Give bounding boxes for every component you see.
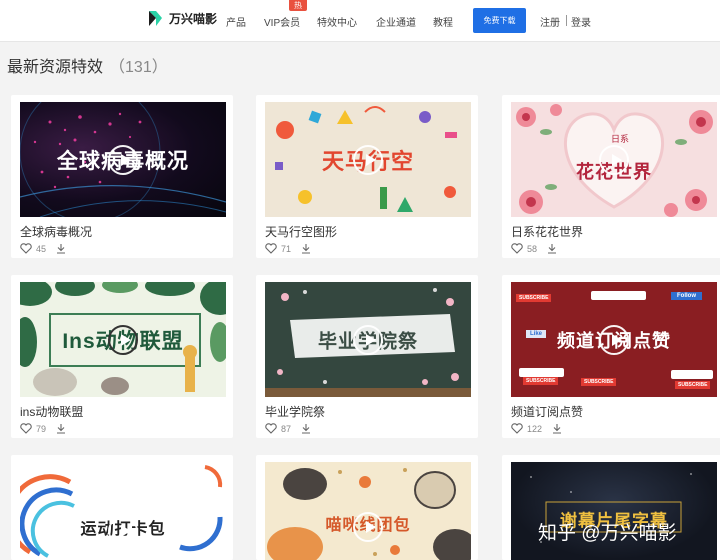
card-title[interactable]: 天马行空图形 — [265, 223, 337, 240]
card-stats: 79 — [20, 423, 66, 434]
like-count: 71 — [281, 243, 292, 254]
logo-text: 万兴喵影 — [169, 12, 218, 26]
heart-icon[interactable] — [511, 243, 523, 254]
play-icon[interactable] — [599, 144, 629, 175]
heart-icon[interactable] — [20, 243, 32, 254]
zhihu-watermark: 知乎 @万兴喵影 — [538, 523, 677, 544]
channel-bar — [519, 368, 564, 377]
nav-enterprise[interactable]: 企业通道 — [376, 14, 416, 29]
register-link[interactable]: 注册 — [540, 14, 560, 29]
follow-chip: Follow — [671, 292, 702, 300]
play-icon[interactable] — [353, 511, 383, 542]
download-icon[interactable] — [56, 423, 66, 434]
free-download-button[interactable]: 免费下载 — [473, 8, 526, 33]
heart-icon[interactable] — [511, 423, 523, 434]
subscribe-chip: SUBSCRIBE — [581, 378, 617, 386]
effect-card[interactable]: SUBSCRIBE Follow Like SUBSCRIBE SUBSCRIB… — [502, 275, 720, 438]
card-stats: 87 — [265, 423, 311, 434]
card-stats: 71 — [265, 243, 311, 254]
subscribe-chip: SUBSCRIBE — [516, 294, 552, 302]
effect-card[interactable]: 毕业学院祭 毕业学院祭 87 — [256, 275, 478, 438]
effect-card[interactable]: 天马行空 天马行空图形 71 — [256, 95, 478, 258]
card-title[interactable]: ins动物联盟 — [20, 403, 83, 420]
effect-card[interactable]: 喵咪线团包 — [256, 455, 478, 560]
top-navigation-bar: 万兴喵影 产品 VIP会员 热 特效中心 企业通道 教程 免费下载 注册 登录 — [0, 0, 720, 42]
effect-card[interactable]: 运动打卡包 — [11, 455, 233, 560]
effect-thumbnail[interactable]: 日系 花花世界 — [511, 102, 717, 217]
card-title[interactable]: 全球病毒概况 — [20, 223, 92, 240]
thumbnail-subtitle: 日系 — [611, 134, 630, 144]
play-icon[interactable] — [599, 324, 629, 355]
like-count: 45 — [36, 243, 47, 254]
channel-bar — [671, 370, 713, 379]
effect-thumbnail[interactable]: 全球病毒概况 — [20, 102, 226, 217]
download-icon[interactable] — [552, 423, 562, 434]
logo-mark-icon — [149, 11, 162, 26]
effect-card[interactable]: 日系 花花世界 日系花花世界 58 — [502, 95, 720, 258]
effect-card[interactable]: 全球病毒概况 全球病毒概况 45 — [11, 95, 233, 258]
brand-logo[interactable]: 万兴喵影 — [147, 10, 217, 27]
heart-icon[interactable] — [265, 243, 277, 254]
nav-tutorials[interactable]: 教程 — [433, 14, 453, 29]
section-title-text: 最新资源特效 — [7, 59, 104, 76]
download-icon[interactable] — [301, 423, 311, 434]
like-count: 87 — [281, 423, 292, 434]
section-title: 最新资源特效 （131） — [7, 53, 168, 77]
play-icon[interactable] — [108, 324, 138, 355]
heart-icon[interactable] — [265, 423, 277, 434]
play-icon[interactable] — [353, 324, 383, 355]
subscribe-chip: SUBSCRIBE — [523, 377, 559, 385]
login-link[interactable]: 登录 — [571, 14, 591, 29]
channel-bar — [591, 291, 646, 300]
effect-thumbnail[interactable]: 天马行空 — [265, 102, 471, 217]
effect-thumbnail[interactable]: 运动打卡包 — [20, 462, 226, 560]
effect-thumbnail[interactable]: 毕业学院祭 — [265, 282, 471, 397]
card-stats: 122 — [511, 423, 562, 434]
hot-badge: 热 — [289, 0, 307, 11]
card-title[interactable]: 毕业学院祭 — [265, 403, 325, 420]
nav-vip[interactable]: VIP会员 — [264, 14, 300, 29]
nav-products[interactable]: 产品 — [226, 14, 246, 29]
card-stats: 58 — [511, 243, 557, 254]
effect-thumbnail[interactable]: SUBSCRIBE Follow Like SUBSCRIBE SUBSCRIB… — [511, 282, 717, 397]
effect-card[interactable]: Ins动物联盟 ins动物联盟 79 — [11, 275, 233, 438]
play-icon[interactable] — [353, 144, 383, 175]
section-count: （131） — [109, 59, 168, 76]
effect-thumbnail[interactable]: Ins动物联盟 — [20, 282, 226, 397]
subscribe-chip: SUBSCRIBE — [675, 381, 711, 389]
card-stats: 45 — [20, 243, 66, 254]
like-count: 79 — [36, 423, 47, 434]
like-count: 58 — [527, 243, 538, 254]
effect-thumbnail[interactable]: 喵咪线团包 — [265, 462, 471, 560]
effect-thumbnail[interactable]: 谢幕片尾字幕 — [511, 462, 717, 560]
play-icon[interactable] — [108, 144, 138, 175]
download-icon[interactable] — [547, 243, 557, 254]
download-icon[interactable] — [56, 243, 66, 254]
auth-divider — [566, 15, 567, 26]
card-title[interactable]: 频道订阅点赞 — [511, 403, 583, 420]
play-icon[interactable] — [108, 515, 138, 546]
download-icon[interactable] — [301, 243, 311, 254]
nav-effects-center[interactable]: 特效中心 — [317, 14, 357, 29]
like-count: 122 — [527, 423, 543, 434]
card-title[interactable]: 日系花花世界 — [511, 223, 583, 240]
heart-icon[interactable] — [20, 423, 32, 434]
